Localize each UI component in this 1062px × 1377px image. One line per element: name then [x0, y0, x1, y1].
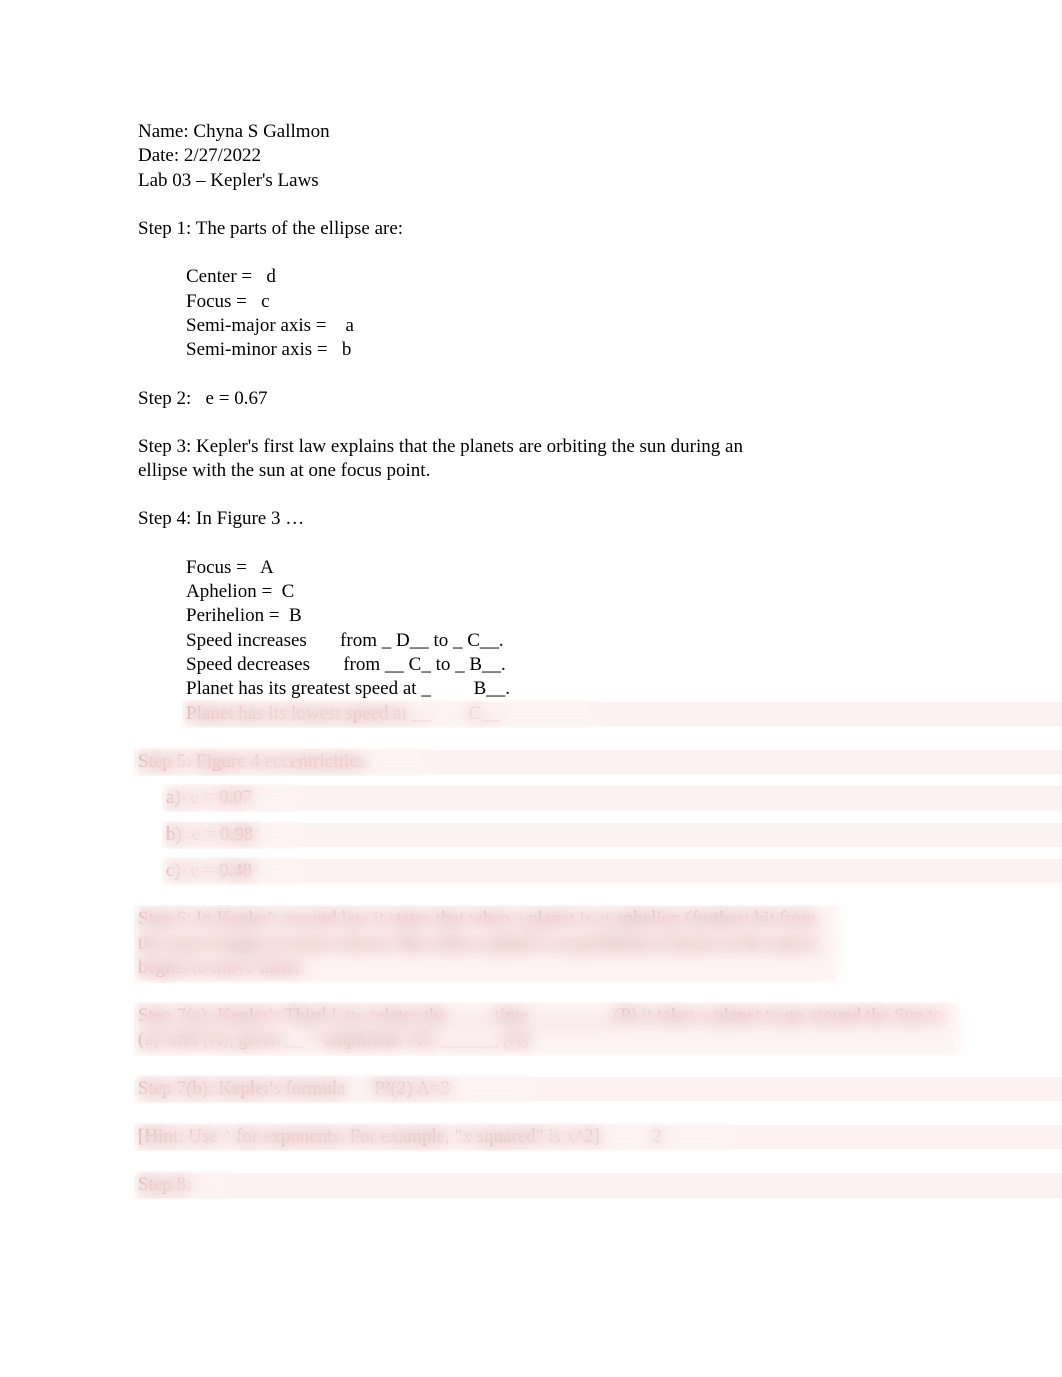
step4-focus: Focus = A: [186, 556, 1062, 580]
date-value: 2/27/2022: [184, 145, 261, 166]
step4-perihelion: Perihelion = B: [186, 604, 1062, 628]
name-line: Name: Chyna S Gallmon: [138, 120, 1062, 144]
step1-semimajor: Semi-major axis = a: [186, 314, 1062, 338]
name-value: Chyna S Gallmon: [193, 121, 329, 142]
step4-greatest-speed: Planet has its greatest speed at _ B__.: [186, 677, 1062, 701]
date-line: Date: 2/27/2022: [138, 144, 1062, 168]
date-label: Date:: [138, 145, 184, 166]
lab-title: Lab 03 – Kepler's Laws: [138, 169, 1062, 193]
step4-aphelion: Aphelion = C: [186, 580, 1062, 604]
name-label: Name:: [138, 121, 193, 142]
step3-paragraph: Step 3: Kepler's first law explains that…: [138, 435, 793, 484]
step1-center: Center = d: [186, 265, 1062, 289]
step4-speed-decreases: Speed decreases from __ C_ to _ B__.: [186, 653, 1062, 677]
step1-focus: Focus = c: [186, 290, 1062, 314]
step4-title: Step 4: In Figure 3 …: [138, 507, 1062, 531]
step4-speed-increases: Speed increases from _ D__ to _ C__.: [186, 629, 1062, 653]
step2-line: Step 2: e = 0.67: [138, 387, 1062, 411]
step8-line: Step 8:: [138, 1173, 1062, 1197]
step1-title: Step 1: The parts of the ellipse are:: [138, 217, 1062, 241]
step1-semiminor: Semi-minor axis = b: [186, 338, 1062, 362]
